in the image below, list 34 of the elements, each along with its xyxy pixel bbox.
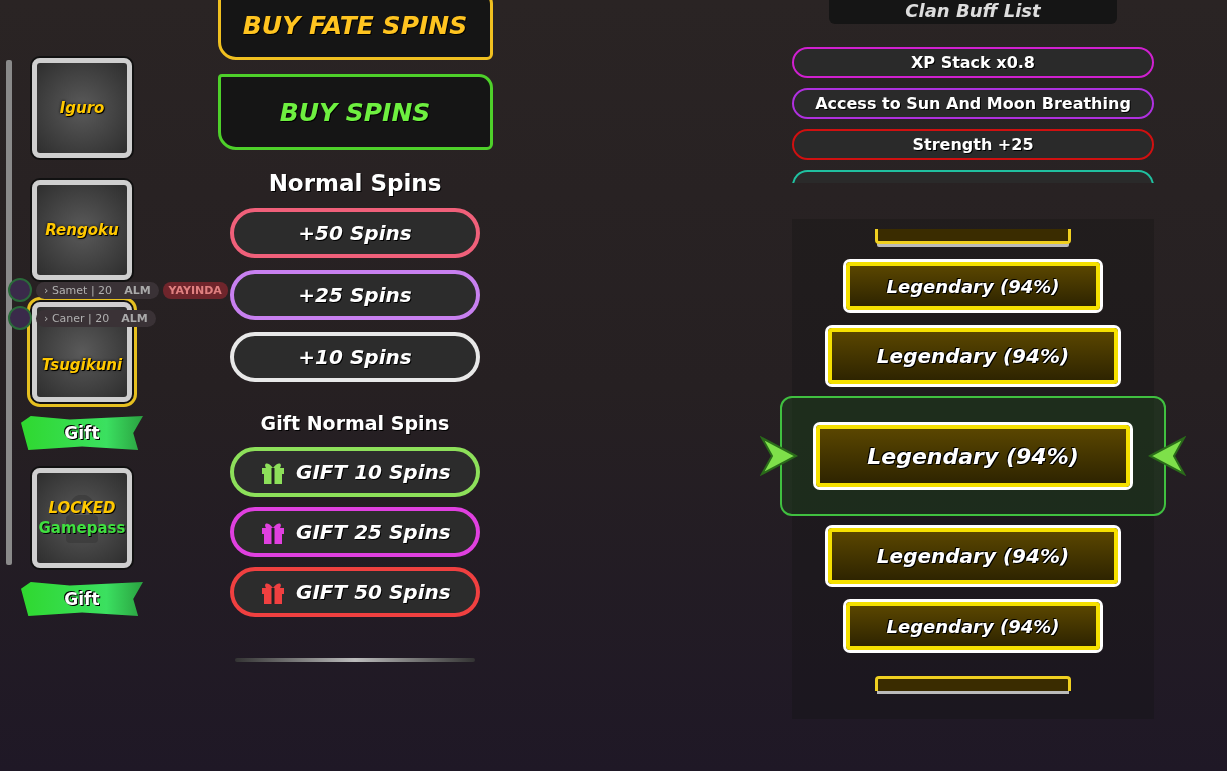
reel-item: Legendary (94%) (846, 262, 1100, 310)
character-name: Iguro (59, 99, 105, 117)
character-name: Rengoku (45, 221, 119, 239)
chat-tag: ALM (124, 283, 151, 297)
spins-button[interactable]: +25 Spins (230, 270, 480, 320)
gift-spins-button[interactable]: GIFT 25 Spins (230, 507, 480, 557)
locked-card[interactable]: LOCKED Gamepass (32, 468, 132, 568)
spins-button[interactable]: +10 Spins (230, 332, 480, 382)
avatar (8, 278, 32, 302)
section-heading: Normal Spins (268, 170, 442, 196)
locked-label: LOCKED (48, 499, 116, 517)
gift-spins-button[interactable]: GIFT 10 Spins (230, 447, 480, 497)
reel-item: Legendary (94%) (816, 425, 1130, 487)
character-card[interactable]: Rengoku (32, 180, 132, 280)
gamepass-label: Gamepass (38, 519, 126, 537)
reel-item: Legendary (94%) (828, 328, 1118, 384)
section-heading: Gift Normal Spins (260, 412, 450, 434)
panel-title: Clan Buff List (829, 0, 1117, 24)
arrow-icon (760, 436, 798, 476)
character-card[interactable]: Iguro (32, 58, 132, 158)
buff-row: Access to Sun And Moon Breathing (792, 88, 1154, 119)
buff-row: Strength +25 (792, 129, 1154, 160)
gift-spins-button[interactable]: GIFT 50 Spins (230, 567, 480, 617)
buy-spins-button[interactable]: BUY SPINS (217, 74, 493, 150)
spins-button[interactable]: +50 Spins (230, 208, 480, 258)
character-name: Tsugikuni (41, 356, 123, 374)
chat-username: › Samet | 20 (44, 283, 113, 297)
buy-fate-spins-button[interactable]: BUY FATE SPINS (217, 0, 493, 60)
buff-row: XP Stack x0.8 (792, 47, 1154, 78)
chat-username: › Caner | 20 (44, 311, 110, 325)
live-badge: YAYINDA (162, 281, 228, 299)
reel-item: Legendary (94%) (828, 528, 1118, 584)
arrow-icon (1148, 436, 1186, 476)
reel-item: Legendary (94%) (846, 602, 1100, 650)
